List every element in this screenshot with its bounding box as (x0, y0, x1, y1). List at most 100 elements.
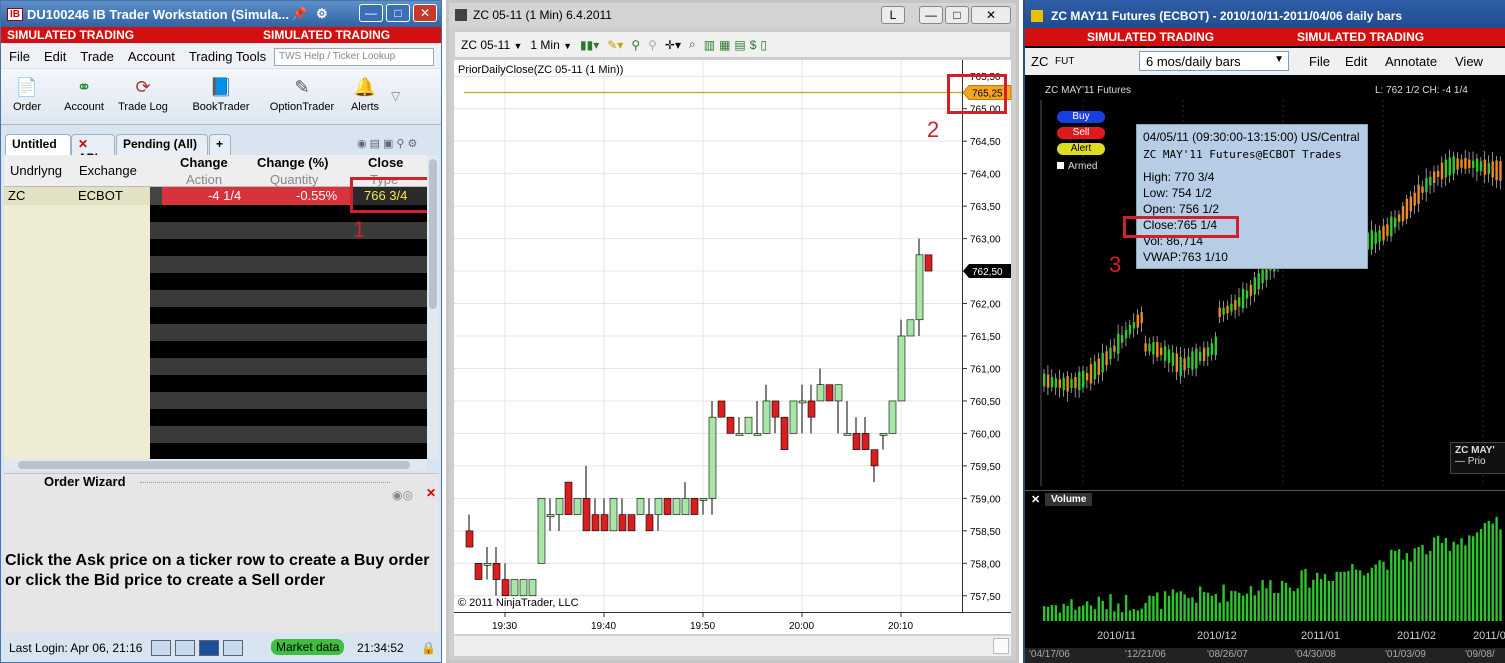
zoom-icon[interactable]: ⌕ (689, 37, 696, 52)
y-tick-label: 760,00 (970, 429, 1001, 440)
toolbar-more-icon[interactable]: ▽ (391, 89, 400, 103)
annotation-2: 2 (927, 117, 940, 142)
col-change[interactable]: Change (180, 155, 228, 170)
symbol-field[interactable]: ZC (1031, 54, 1048, 69)
nt-l-button[interactable]: L (881, 6, 905, 24)
minimize-button[interactable]: — (359, 4, 383, 22)
grid-horizontal-scrollbar[interactable] (4, 459, 427, 471)
ib-volume-bar (1222, 584, 1225, 621)
pin-icon[interactable]: 📌 (291, 6, 307, 22)
candle (654, 498, 663, 515)
draw-tool-icon[interactable]: ✎▾ (607, 38, 623, 52)
col-undrlyng[interactable]: Undrlyng (10, 163, 62, 178)
tws-title: DU100246 IB Trader Workstation (Simula..… (27, 6, 290, 22)
chart-icon[interactable] (223, 640, 243, 656)
order-button[interactable]: 📄 Order (7, 75, 47, 114)
y-tick-label: 757,50 (970, 592, 1001, 603)
ib-menu-file[interactable]: File (1309, 54, 1330, 69)
ib-volume-bar (1417, 547, 1420, 621)
candle (555, 498, 564, 515)
tab-pending[interactable]: Pending (All) (116, 134, 208, 155)
candle (690, 498, 699, 515)
empty-grid-row (150, 409, 427, 426)
ib-volume-bar (1085, 601, 1089, 621)
market-data-button[interactable]: Market data (271, 639, 345, 655)
maximize-button[interactable]: □ (386, 4, 410, 22)
ib-volume-bar (1167, 595, 1171, 621)
ib-menu-annotate[interactable]: Annotate (1385, 54, 1437, 69)
menu-trading-tools[interactable]: Trading Tools (189, 49, 266, 64)
chart-style-icons[interactable]: ▥▦▤$▯ (704, 38, 771, 52)
nt-maximize-button[interactable]: □ (945, 6, 969, 24)
indicator-icon[interactable]: ⚲ (631, 38, 640, 52)
tab-api[interactable]: ✕ API (71, 134, 115, 165)
booktrader-button[interactable]: 📘 BookTrader (187, 75, 255, 114)
tab-add[interactable]: + (209, 134, 231, 155)
close-button[interactable]: ✕ (413, 4, 437, 22)
candle (771, 400, 780, 418)
tip-low: Low: 754 1/2 (1143, 186, 1212, 200)
nt-minimize-button[interactable]: — (919, 6, 943, 24)
nt-horizontal-scrollbar[interactable] (454, 636, 1011, 656)
ib-volume-bar (1472, 536, 1475, 621)
ib-candle (1479, 161, 1483, 171)
ib-candle (1241, 288, 1245, 309)
ib-candle (1167, 349, 1171, 363)
col-change-pct[interactable]: Change (%) (257, 155, 329, 170)
layout-icon-3[interactable] (199, 640, 219, 656)
grid-vertical-scrollbar[interactable] (427, 155, 439, 459)
armed-checkbox[interactable]: Armed (1057, 161, 1097, 172)
menu-file[interactable]: File (9, 49, 30, 64)
ib-candle (1195, 348, 1198, 369)
menu-trade[interactable]: Trade (80, 49, 113, 64)
col-close[interactable]: Close (368, 155, 403, 170)
crosshair-icon[interactable]: ✛▾ (665, 38, 681, 52)
layout-icon-1[interactable] (151, 640, 171, 656)
col-exchange[interactable]: Exchange (79, 163, 137, 178)
menu-edit[interactable]: Edit (44, 49, 66, 64)
alerts-button[interactable]: 🔔 Alerts (345, 75, 385, 114)
ib-volume-bar (1113, 611, 1116, 621)
scroll-thumb[interactable] (429, 159, 437, 309)
ib-menu-view[interactable]: View (1455, 54, 1483, 69)
optiontrader-button[interactable]: ✎ OptionTrader (263, 75, 341, 114)
instrument-selector[interactable]: ZC 05-11 ▼ (461, 38, 522, 52)
hscroll-thumb[interactable] (18, 461, 410, 469)
layout-icon-2[interactable] (175, 640, 195, 656)
nt-scroll-thumb[interactable] (993, 638, 1009, 654)
chart-alert-button[interactable]: Alert (1057, 143, 1105, 155)
period-select[interactable]: 6 mos/daily bars ▼ (1139, 51, 1289, 71)
close-icon[interactable]: ✕ (78, 137, 88, 151)
wizard-tool-icons[interactable]: ◉◎ (392, 488, 413, 502)
ib-volume-bar (1358, 570, 1362, 621)
layout-icons[interactable]: ◉▤▣⚲⚙ (357, 137, 420, 150)
wizard-close-icon[interactable]: ✕ (426, 486, 436, 500)
nt-close-button[interactable]: ✕ (971, 6, 1011, 24)
y-tick-label: 764,00 (970, 170, 1001, 181)
account-button[interactable]: ⚭ Account (59, 75, 109, 114)
ib-candle (1464, 158, 1467, 169)
order-label: Order (12, 101, 42, 113)
ib-volume-bar (1265, 588, 1268, 621)
chart-buy-button[interactable]: Buy (1057, 111, 1105, 123)
strategy-icon[interactable]: ⚲ (648, 38, 657, 52)
volume-close-icon[interactable]: ✕ (1031, 493, 1040, 506)
candle (798, 400, 807, 404)
ib-menu-edit[interactable]: Edit (1345, 54, 1367, 69)
trade-log-button[interactable]: ⟳ Trade Log (113, 75, 173, 114)
ib-candle (1183, 358, 1186, 371)
ib-volume-bar (1308, 587, 1311, 621)
tab-untitled[interactable]: Untitled (5, 134, 71, 155)
nt-plot-area[interactable]: PriorDailyClose(ZC 05-11 (1 Min)) © 2011… (454, 60, 962, 612)
settings-icon[interactable]: ⚙ (316, 6, 328, 22)
menu-account[interactable]: Account (128, 49, 175, 64)
ib-volume-bar (1140, 608, 1143, 621)
sectype-field[interactable]: FUT (1055, 56, 1074, 67)
col-quantity[interactable]: Quantity (270, 172, 318, 187)
bar-type-icon[interactable]: ▮▮▾ (580, 38, 599, 52)
col-action[interactable]: Action (186, 172, 222, 187)
interval-selector[interactable]: 1 Min ▼ (530, 38, 572, 52)
candle (735, 433, 744, 436)
ticker-lookup-input[interactable]: TWS Help / Ticker Lookup (274, 48, 434, 66)
chart-sell-button[interactable]: Sell (1057, 127, 1105, 139)
